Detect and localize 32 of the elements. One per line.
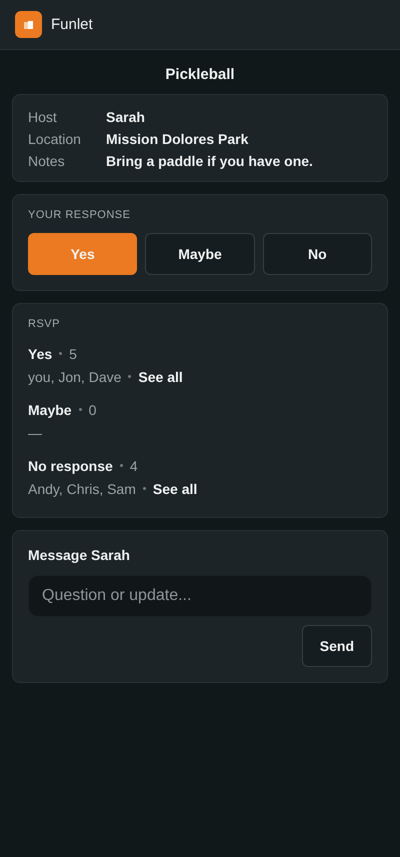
message-field[interactable]: Question or update... [28,575,372,617]
message-heading: Message Sarah [28,547,131,563]
detail-label: Notes [28,153,66,169]
detail-label: Location [28,131,82,147]
rsvp-label: Maybe [28,402,72,418]
separator-dot [128,375,132,378]
response-button[interactable]: Maybe [145,233,255,275]
app-name: Funlet [51,16,93,33]
separator-dot [59,352,62,355]
separator-dot [78,408,82,411]
attendee-names: — [28,424,42,440]
separator-dot [120,464,123,467]
detail-value: Bring a paddle if you have one. [106,153,314,169]
rsvp-count: 0 [88,402,96,418]
see-all-link[interactable]: See all [138,368,183,384]
detail-value: Sarah [106,109,146,125]
rsvp-label: No response [28,458,113,474]
send-button[interactable]: Send [302,625,372,667]
rsvp-count: 4 [130,458,138,474]
rsvp-label: Yes [28,346,52,362]
detail-value: Mission Dolores Park [106,131,250,147]
section-heading: RSVP [28,318,61,330]
response-button[interactable]: No [262,233,372,275]
section-heading: YOUR RESPONSE [28,209,132,221]
separator-dot [142,487,146,490]
event-title: Pickleball [164,66,236,83]
attendee-names: Andy, Chris, Sam [28,480,136,496]
detail-label: Host [28,109,58,125]
see-all-link[interactable]: See all [152,480,198,496]
attendee-names: you, Jon, Dave [28,368,122,384]
app-logo-icon [15,11,42,38]
rsvp-count: 5 [69,346,77,362]
